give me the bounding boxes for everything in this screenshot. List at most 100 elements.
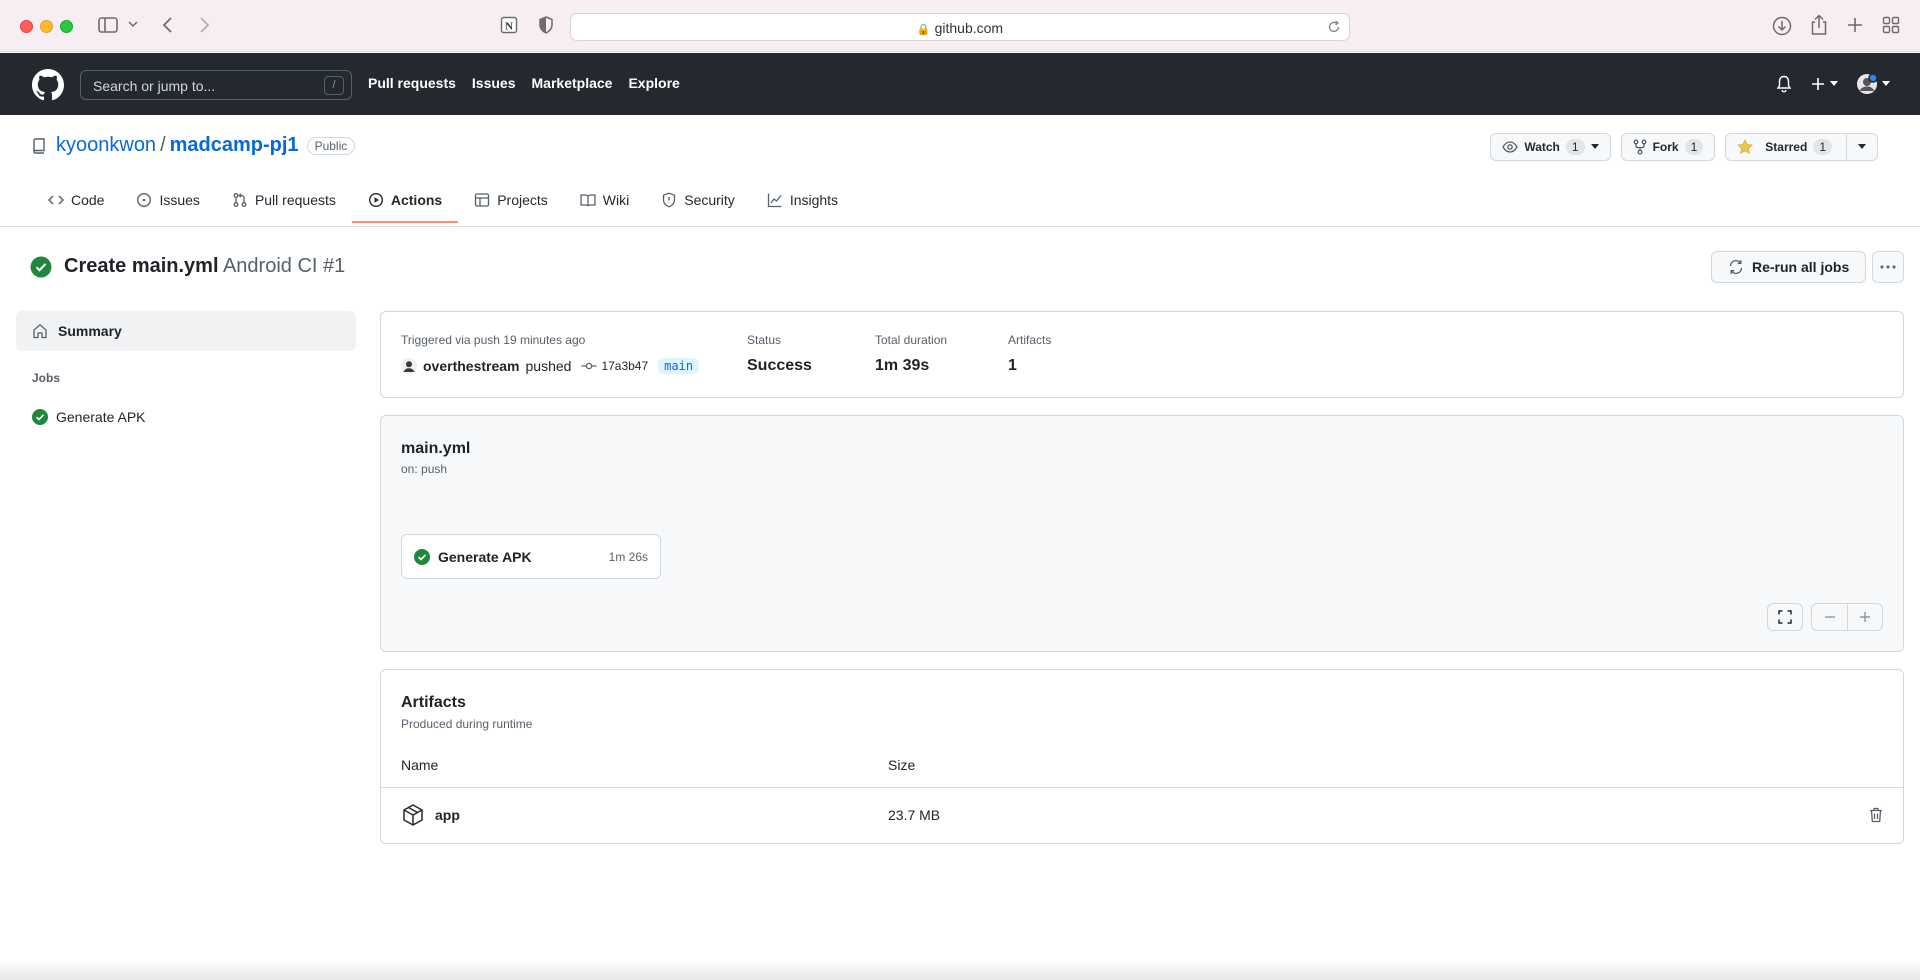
fork-count: 1 <box>1684 139 1704 155</box>
issue-icon <box>137 192 152 208</box>
minus-icon <box>1824 616 1835 618</box>
avatar[interactable] <box>401 358 417 374</box>
repo-title: kyoonkwon / madcamp-pj1 Public <box>32 134 356 157</box>
starred-label: Starred <box>1765 140 1808 154</box>
duration-label: Total duration <box>875 333 948 347</box>
zoom-out-button[interactable] <box>1812 604 1847 630</box>
back-icon[interactable] <box>162 16 174 34</box>
status-column: Status Success <box>747 333 812 375</box>
tab-actions[interactable]: Actions <box>351 184 459 223</box>
new-tab-icon[interactable] <box>1846 16 1864 34</box>
pusher-action: pushed <box>525 358 572 374</box>
plus-icon <box>1860 612 1870 622</box>
git-commit-icon <box>581 362 597 370</box>
trigger-text: Triggered via push 19 minutes ago <box>401 333 586 347</box>
avatar <box>1857 73 1878 94</box>
sidebar-job-label: Generate APK <box>56 409 146 425</box>
pusher-name[interactable]: overthestream <box>423 358 520 374</box>
job-card-generate-apk[interactable]: Generate APK 1m 26s <box>401 534 661 579</box>
tab-code-label: Code <box>71 192 105 208</box>
artifacts-count-value[interactable]: 1 <box>1008 357 1051 375</box>
notion-extension-icon[interactable]: N <box>500 16 518 34</box>
star-button-group: Starred 1 <box>1725 133 1878 161</box>
plus-icon <box>1812 78 1824 90</box>
duration-column: Total duration 1m 39s <box>875 333 947 375</box>
artifact-name-link[interactable]: app <box>435 807 460 823</box>
push-details: overthestream pushed 17a3b47 main <box>401 358 700 374</box>
tab-security[interactable]: Security <box>645 184 751 222</box>
fork-button[interactable]: Fork 1 <box>1620 133 1716 161</box>
svg-text:N: N <box>505 21 513 33</box>
workflow-trigger: on: push <box>401 462 448 476</box>
caret-down-icon <box>1830 81 1838 86</box>
create-new-dropdown[interactable] <box>1810 76 1838 92</box>
sidebar-item-summary[interactable]: Summary <box>16 311 356 351</box>
play-icon <box>368 192 383 208</box>
share-icon[interactable] <box>1810 14 1828 36</box>
shield-icon <box>663 192 676 208</box>
run-summary-panel: Triggered via push 19 minutes ago overth… <box>380 311 1904 398</box>
watch-count: 1 <box>1565 139 1585 155</box>
rerun-all-jobs-button[interactable]: Re-run all jobs <box>1711 251 1867 283</box>
url-text: github.com <box>934 20 1004 36</box>
tab-projects[interactable]: Projects <box>458 184 564 222</box>
nav-pull-requests[interactable]: Pull requests <box>368 75 456 91</box>
address-bar[interactable]: 🔒 github.com <box>570 13 1350 41</box>
package-icon <box>403 804 423 826</box>
chevron-down-icon[interactable] <box>128 20 138 28</box>
tab-pull-requests[interactable]: Pull requests <box>216 184 352 222</box>
tab-actions-label: Actions <box>390 192 443 208</box>
sidebar-toggle-icon[interactable] <box>98 16 118 34</box>
caret-down-icon <box>1882 81 1890 86</box>
tab-issues-label: Issues <box>159 192 200 208</box>
delete-artifact-button[interactable] <box>1869 807 1883 823</box>
minimize-window-button[interactable] <box>40 20 53 33</box>
tab-insights[interactable]: Insights <box>751 184 854 222</box>
artifact-size: 23.7 MB <box>888 807 941 823</box>
repo-icon <box>32 137 46 154</box>
repo-owner-link[interactable]: kyoonkwon <box>56 134 156 157</box>
caret-down-icon <box>1858 144 1866 149</box>
starred-button[interactable]: Starred 1 <box>1726 134 1846 160</box>
tab-issues[interactable]: Issues <box>120 184 215 222</box>
close-window-button[interactable] <box>20 20 33 33</box>
book-icon <box>580 194 596 207</box>
workflow-graph-panel: main.yml on: push Generate APK 1m 26s <box>380 415 1904 652</box>
github-logo-icon[interactable] <box>32 69 64 101</box>
status-label: Status <box>747 333 782 347</box>
nav-marketplace[interactable]: Marketplace <box>532 75 613 91</box>
downloads-icon[interactable] <box>1772 16 1792 36</box>
user-menu-dropdown[interactable] <box>1856 73 1890 95</box>
bell-icon[interactable] <box>1776 75 1792 93</box>
fullscreen-button[interactable] <box>1767 603 1803 631</box>
artifacts-count-column: Artifacts 1 <box>1008 333 1051 375</box>
nav-issues[interactable]: Issues <box>472 75 516 91</box>
watch-button[interactable]: Watch 1 <box>1490 133 1611 161</box>
tab-wiki[interactable]: Wiki <box>564 184 645 222</box>
search-input[interactable]: Search or jump to... / <box>80 70 352 100</box>
job-card-name: Generate APK <box>438 548 532 565</box>
more-options-button[interactable] <box>1872 251 1904 283</box>
repo-separator: / <box>160 134 166 156</box>
reload-icon[interactable] <box>1327 20 1341 34</box>
sidebar-jobs-heading: Jobs <box>32 371 61 385</box>
privacy-shield-icon[interactable] <box>538 16 554 34</box>
nav-explore[interactable]: Explore <box>628 75 679 91</box>
fullscreen-icon <box>1778 610 1792 624</box>
star-lists-dropdown[interactable] <box>1846 134 1877 160</box>
branch-tag[interactable]: main <box>658 358 700 374</box>
zoom-controls <box>1811 603 1883 631</box>
zoom-in-button[interactable] <box>1847 604 1882 630</box>
zoom-window-button[interactable] <box>60 20 73 33</box>
commit-sha-link[interactable]: 17a3b47 <box>601 359 648 373</box>
tab-code[interactable]: Code <box>32 184 120 222</box>
tab-overview-icon[interactable] <box>1882 16 1900 34</box>
repo-tabs: Code Issues Pull requests Actions Projec… <box>32 184 854 223</box>
forward-icon[interactable] <box>198 16 210 34</box>
repo-name-link[interactable]: madcamp-pj1 <box>170 134 299 157</box>
workflow-run-number: Android CI #1 <box>222 255 346 277</box>
run-name: Create main.yml <box>64 255 219 277</box>
sidebar-item-generate-apk[interactable]: Generate APK <box>32 409 146 425</box>
check-circle-icon <box>32 409 48 425</box>
artifact-row[interactable]: app <box>401 803 460 827</box>
